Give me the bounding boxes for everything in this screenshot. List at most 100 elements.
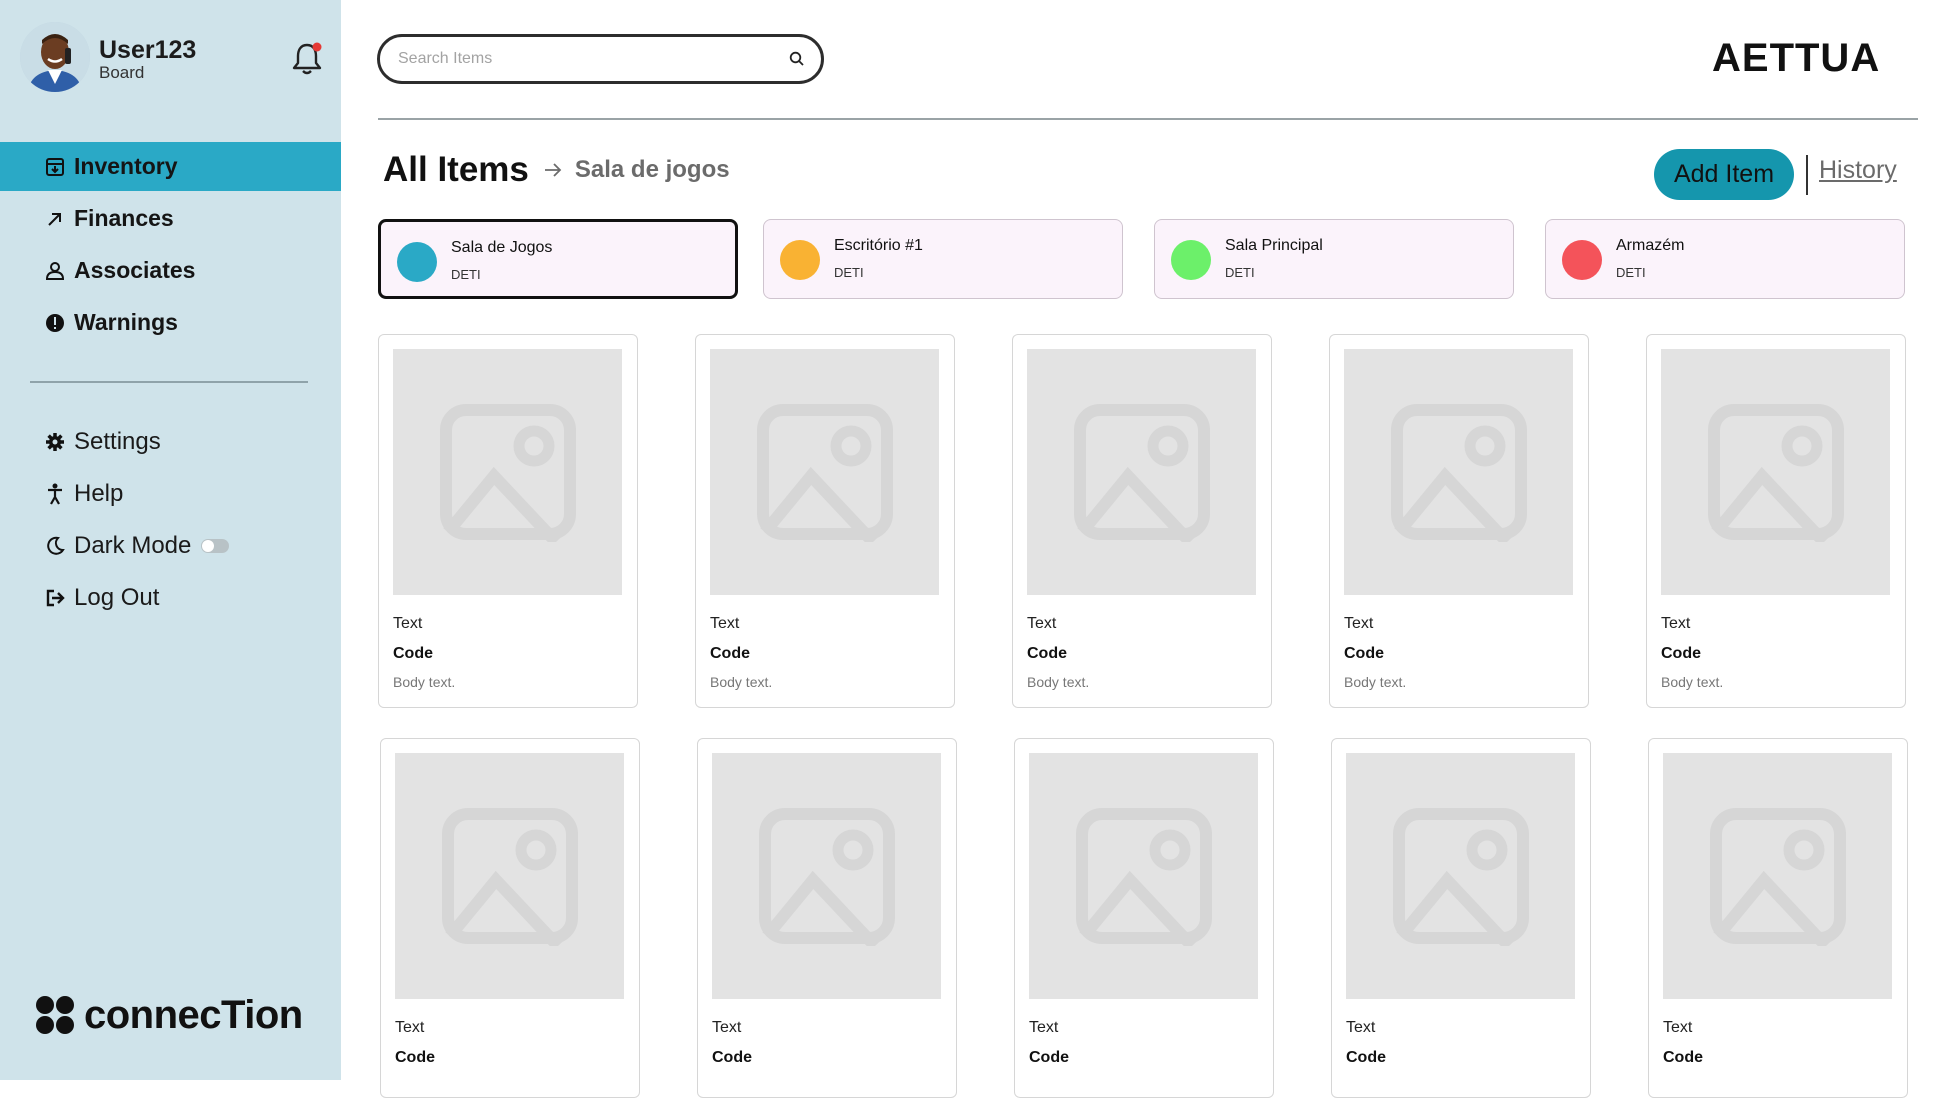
alert-icon xyxy=(44,312,66,334)
nav-item-warnings[interactable]: Warnings xyxy=(0,298,341,347)
item-text: Text xyxy=(393,615,423,632)
user-profile[interactable]: User123 Board xyxy=(20,22,325,94)
item-text: Text xyxy=(710,615,740,632)
item-card[interactable]: Text Code xyxy=(697,738,957,1098)
location-subtitle: DETI xyxy=(834,265,864,280)
item-code: Code xyxy=(1346,1049,1386,1066)
user-name: User123 xyxy=(99,36,197,64)
item-code: Code xyxy=(1663,1049,1703,1066)
location-name: Sala de Jogos xyxy=(451,239,553,256)
image-placeholder-icon xyxy=(712,753,941,999)
location-color-dot xyxy=(1171,240,1211,280)
image-placeholder-icon xyxy=(1346,753,1575,999)
nav-item-label: Help xyxy=(74,480,124,507)
nav-item-label: Inventory xyxy=(74,153,178,179)
location-color-dot xyxy=(397,242,437,282)
search-bar[interactable] xyxy=(377,34,824,84)
location-color-dot xyxy=(1562,240,1602,280)
app-logo: AETTUA xyxy=(1712,36,1881,80)
item-text: Text xyxy=(1344,615,1374,632)
item-card[interactable]: Text Code xyxy=(1331,738,1591,1098)
brand-logo: connecTion xyxy=(34,990,303,1040)
item-text: Text xyxy=(1346,1019,1376,1036)
item-code: Code xyxy=(1029,1049,1069,1066)
item-card[interactable]: Text Code Body text. xyxy=(1012,334,1272,708)
item-card[interactable]: Text Code Body text. xyxy=(1646,334,1906,708)
item-text: Text xyxy=(712,1019,742,1036)
item-body: Body text. xyxy=(1661,674,1724,690)
location-subtitle: DETI xyxy=(1616,265,1646,280)
avatar[interactable] xyxy=(20,22,90,92)
image-placeholder-icon xyxy=(393,349,622,595)
item-card[interactable]: Text Code Body text. xyxy=(378,334,638,708)
location-card-sala-de-jogos[interactable]: Sala de Jogos DETI xyxy=(378,219,738,299)
nav-item-associates[interactable]: Associates xyxy=(0,246,341,295)
nav-item-label: Log Out xyxy=(74,584,160,611)
item-card[interactable]: Text Code xyxy=(1648,738,1908,1098)
breadcrumb-current[interactable]: Sala de jogos xyxy=(575,156,730,184)
search-icon[interactable] xyxy=(789,51,805,67)
help-person-icon xyxy=(44,483,66,505)
item-code: Code xyxy=(395,1049,435,1066)
nav-item-inventory[interactable]: Inventory xyxy=(0,142,341,191)
location-name: Escritório #1 xyxy=(834,237,923,254)
person-icon xyxy=(44,260,66,282)
nav-item-help[interactable]: Help xyxy=(0,468,341,520)
nav-item-label: Associates xyxy=(74,257,196,283)
item-code: Code xyxy=(393,645,433,662)
location-subtitle: DETI xyxy=(1225,265,1255,280)
item-card[interactable]: Text Code xyxy=(1014,738,1274,1098)
page-title: All Items xyxy=(383,150,529,189)
moon-icon xyxy=(44,535,66,557)
image-placeholder-icon xyxy=(1027,349,1256,595)
dark-mode-toggle[interactable] xyxy=(201,539,230,553)
breadcrumb: All Items Sala de jogos xyxy=(383,148,730,192)
nav-item-logout[interactable]: Log Out xyxy=(0,572,341,624)
primary-nav: Inventory Finances Associates Warnings xyxy=(0,142,341,350)
item-code: Code xyxy=(1661,645,1701,662)
brand-name: connecTion xyxy=(84,992,303,1037)
item-body: Body text. xyxy=(710,674,773,690)
header-divider xyxy=(378,118,1918,120)
item-card[interactable]: Text Code Body text. xyxy=(1329,334,1589,708)
arrow-right-icon xyxy=(543,160,563,180)
item-text: Text xyxy=(1661,615,1691,632)
image-placeholder-icon xyxy=(1661,349,1890,595)
location-color-dot xyxy=(780,240,820,280)
nav-item-finances[interactable]: Finances xyxy=(0,194,341,243)
image-placeholder-icon xyxy=(1663,753,1892,999)
item-code: Code xyxy=(1027,645,1067,662)
location-card-sala-principal[interactable]: Sala Principal DETI xyxy=(1154,219,1514,299)
item-card[interactable]: Text Code Body text. xyxy=(695,334,955,708)
item-body: Body text. xyxy=(393,674,456,690)
notification-bell-icon[interactable] xyxy=(290,40,324,76)
item-text: Text xyxy=(395,1019,425,1036)
item-text: Text xyxy=(1027,615,1057,632)
nav-item-dark-mode[interactable]: Dark Mode xyxy=(0,520,341,572)
add-item-button[interactable]: Add Item xyxy=(1654,149,1794,200)
location-name: Armazém xyxy=(1616,237,1685,254)
brand-logo-icon xyxy=(36,996,74,1034)
item-card[interactable]: Text Code xyxy=(380,738,640,1098)
secondary-nav: Settings Help Dark Mode Log Out xyxy=(0,416,341,624)
item-code: Code xyxy=(1344,645,1384,662)
sidebar: User123 Board Inventory Finances Associa… xyxy=(0,0,341,1080)
nav-item-settings[interactable]: Settings xyxy=(0,416,341,468)
nav-divider xyxy=(30,381,308,383)
location-card-armazem[interactable]: Armazém DETI xyxy=(1545,219,1905,299)
search-input[interactable] xyxy=(398,47,778,71)
inventory-icon xyxy=(44,156,66,178)
nav-item-label: Warnings xyxy=(74,309,178,335)
nav-item-label: Settings xyxy=(74,428,161,455)
image-placeholder-icon xyxy=(1344,349,1573,595)
location-card-escritorio[interactable]: Escritório #1 DETI xyxy=(763,219,1123,299)
item-body: Body text. xyxy=(1344,674,1407,690)
nav-item-label: Finances xyxy=(74,205,174,231)
nav-item-label: Dark Mode xyxy=(74,532,192,559)
image-placeholder-icon xyxy=(710,349,939,595)
history-link[interactable]: History xyxy=(1819,156,1897,185)
location-subtitle: DETI xyxy=(451,267,481,282)
item-text: Text xyxy=(1663,1019,1693,1036)
arrow-up-right-icon xyxy=(44,208,66,230)
header-separator xyxy=(1806,155,1808,195)
